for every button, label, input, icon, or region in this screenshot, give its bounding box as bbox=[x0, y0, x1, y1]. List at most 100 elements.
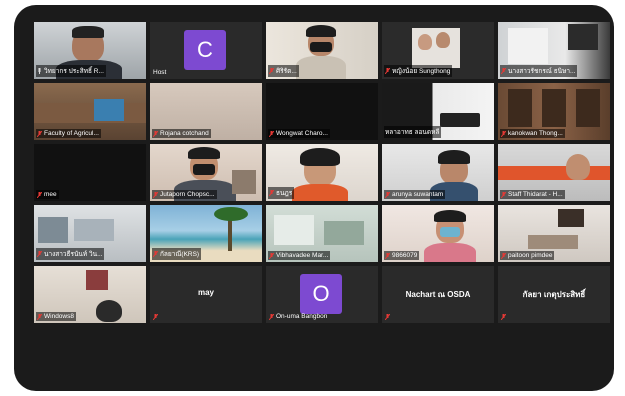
participant-name: วิทยากร ประสิทธิ์ R... bbox=[36, 65, 106, 77]
participant-tile[interactable]: หลาอาทธ ลอนดหลี bbox=[382, 83, 494, 140]
mic-muted-icon bbox=[269, 252, 274, 259]
mic-muted-icon bbox=[385, 68, 390, 74]
participant-tile[interactable]: ศิริรัต... bbox=[266, 22, 378, 79]
tablet-frame: วิทยากร ประสิทธิ์ R... C Host ศิริรัต... bbox=[14, 5, 614, 391]
mic-muted-icon bbox=[501, 314, 506, 320]
participant-name: Rojana cotchand bbox=[152, 129, 211, 138]
mic-muted-icon bbox=[269, 68, 274, 74]
participant-name: ศิริรัต... bbox=[268, 65, 299, 77]
participant-tile[interactable]: paitoon pimdee bbox=[498, 205, 610, 262]
participant-name: กัลยาณี(KRS) bbox=[152, 248, 202, 260]
participant-tile[interactable]: Wongwat Charo... bbox=[266, 83, 378, 140]
mic-muted-icon bbox=[37, 251, 42, 257]
participant-name-text: Faculty of Agricul... bbox=[44, 130, 99, 137]
participant-name-text: arunya suwantam bbox=[392, 191, 444, 198]
mic-muted-icon bbox=[385, 191, 390, 198]
participant-name-text: นางสาวรัชกรณ์ ธนิษา... bbox=[508, 68, 576, 75]
participant-tile[interactable]: Jutaporn Chopsc... bbox=[150, 144, 262, 201]
participant-name-text: ธนฎร bbox=[276, 190, 293, 197]
mic-muted-icon bbox=[501, 191, 506, 198]
participant-name: arunya suwantam bbox=[384, 190, 446, 199]
participant-tile[interactable]: Windows8 bbox=[34, 266, 146, 323]
participant-name: ธนฎร bbox=[268, 187, 295, 199]
participant-name: 9866079 bbox=[384, 251, 420, 260]
participant-name: Staff Thidarat - H... bbox=[500, 190, 565, 199]
participant-name: Host bbox=[152, 68, 168, 77]
participant-tile[interactable]: นางสาวรัชกรณ์ ธนิษา... bbox=[498, 22, 610, 79]
mic-muted-icon bbox=[153, 314, 158, 320]
mic-muted-icon bbox=[37, 191, 42, 198]
mic-icon bbox=[38, 68, 41, 74]
participant-name-text: หญิงน้อย Sungthong bbox=[392, 68, 451, 75]
participant-display-name: กัลยา เกตุประสิทธิ์ bbox=[522, 290, 586, 299]
participant-name: Wongwat Charo... bbox=[268, 129, 330, 138]
participant-name: kanokwan Thong... bbox=[500, 129, 565, 138]
participant-name-text: Rojana cotchand bbox=[160, 130, 209, 137]
mic-muted-icon bbox=[385, 252, 390, 259]
participant-name-text: Vibhavadee Mar... bbox=[276, 252, 329, 259]
participant-name: Windows8 bbox=[36, 312, 76, 321]
avatar: O bbox=[300, 274, 342, 314]
participant-name: Faculty of Agricul... bbox=[36, 129, 101, 138]
mic-muted-icon bbox=[37, 130, 42, 137]
participant-name bbox=[152, 313, 160, 321]
mic-muted-icon bbox=[37, 313, 42, 320]
participant-name-text: mee bbox=[44, 191, 57, 198]
mic-muted-icon bbox=[269, 130, 274, 137]
participant-tile[interactable]: O On-uma Bangbon bbox=[266, 266, 378, 323]
mic-muted-icon bbox=[385, 314, 390, 320]
participant-tile[interactable]: mee bbox=[34, 144, 146, 201]
participant-name-text: วิทยากร ประสิทธิ์ R... bbox=[44, 68, 104, 75]
participant-name: mee bbox=[36, 190, 59, 199]
mic-muted-icon bbox=[269, 190, 274, 196]
avatar: C bbox=[184, 30, 226, 70]
participant-tile[interactable]: C Host bbox=[150, 22, 262, 79]
participant-name-text: kanokwan Thong... bbox=[508, 130, 563, 137]
participant-name: Jutaporn Chopsc... bbox=[152, 190, 217, 199]
participant-tile[interactable]: Staff Thidarat - H... bbox=[498, 144, 610, 201]
participant-name-text: ศิริรัต... bbox=[276, 68, 297, 75]
participant-name: หญิงน้อย Sungthong bbox=[384, 65, 453, 77]
participant-name: หลาอาทธ ลอนดหลี bbox=[384, 126, 442, 138]
participant-name-text: Jutaporn Chopsc... bbox=[160, 191, 215, 198]
participant-name-text: On-uma Bangbon bbox=[276, 313, 328, 320]
participant-name: paitoon pimdee bbox=[500, 251, 555, 260]
participant-name-text: Windows8 bbox=[44, 313, 74, 320]
participant-name-text: หลาอาทธ ลอนดหลี bbox=[385, 129, 440, 136]
mic-muted-icon bbox=[501, 68, 506, 74]
participant-name-text: Wongwat Charo... bbox=[276, 130, 328, 137]
participant-name-text: กัลยาณี(KRS) bbox=[160, 251, 200, 258]
participant-name: นางสาวธีรนันท์ วิน... bbox=[36, 248, 105, 260]
participant-tile[interactable]: หญิงน้อย Sungthong bbox=[382, 22, 494, 79]
participant-tile[interactable]: ธนฎร bbox=[266, 144, 378, 201]
participant-name-text: 9866079 bbox=[392, 252, 418, 259]
participant-tile[interactable]: Vibhavadee Mar... bbox=[266, 205, 378, 262]
mic-muted-icon bbox=[501, 252, 506, 259]
participant-tile[interactable]: kanokwan Thong... bbox=[498, 83, 610, 140]
participant-tile[interactable]: Nachart ณ OSDA bbox=[382, 266, 494, 323]
participant-name: On-uma Bangbon bbox=[268, 312, 329, 321]
mic-muted-icon bbox=[501, 130, 506, 137]
mic-muted-icon bbox=[153, 130, 158, 137]
participant-name-text: นางสาวธีรนันท์ วิน... bbox=[44, 251, 103, 258]
participant-tile[interactable]: นางสาวธีรนันท์ วิน... bbox=[34, 205, 146, 262]
participant-tile[interactable]: กัลยาณี(KRS) bbox=[150, 205, 262, 262]
mic-muted-icon bbox=[269, 313, 274, 320]
participant-name-text: Staff Thidarat - H... bbox=[508, 191, 563, 198]
participant-name bbox=[384, 313, 392, 321]
participant-name-text: Host bbox=[153, 69, 167, 76]
participant-display-name: may bbox=[197, 288, 214, 297]
participant-name bbox=[500, 313, 508, 321]
participant-tile[interactable]: วิทยากร ประสิทธิ์ R... bbox=[34, 22, 146, 79]
participant-tile[interactable]: Faculty of Agricul... bbox=[34, 83, 146, 140]
participant-tile[interactable]: arunya suwantam bbox=[382, 144, 494, 201]
participant-name-text: paitoon pimdee bbox=[508, 252, 553, 259]
participant-name: นางสาวรัชกรณ์ ธนิษา... bbox=[500, 65, 578, 77]
participant-tile[interactable]: Rojana cotchand bbox=[150, 83, 262, 140]
participant-tile[interactable]: กัลยา เกตุประสิทธิ์ bbox=[498, 266, 610, 323]
participant-display-name: Nachart ณ OSDA bbox=[405, 290, 471, 299]
participant-tile[interactable]: 9866079 bbox=[382, 205, 494, 262]
video-grid: วิทยากร ประสิทธิ์ R... C Host ศิริรัต... bbox=[34, 22, 610, 364]
mic-muted-icon bbox=[153, 251, 158, 257]
participant-tile[interactable]: may bbox=[150, 266, 262, 323]
